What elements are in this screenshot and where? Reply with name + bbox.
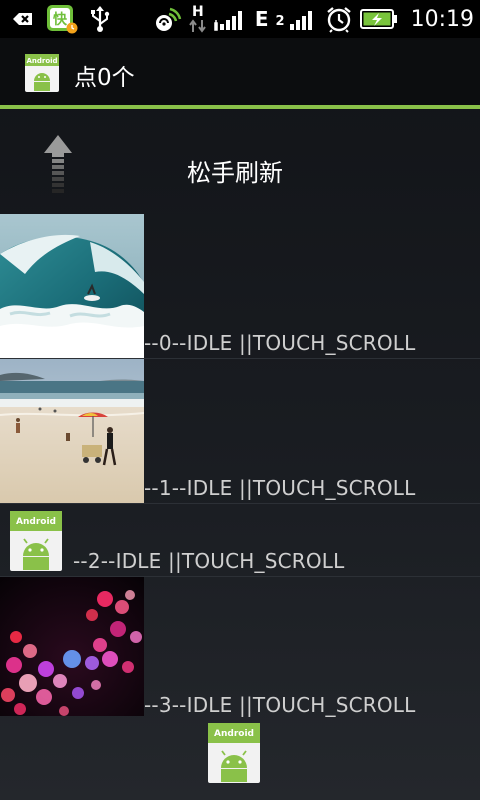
refresh-status-text: 松手刷新 bbox=[187, 159, 283, 187]
status-bar: 快 H E 2 10:19 bbox=[0, 0, 480, 38]
page-title: 点0个 bbox=[74, 65, 135, 91]
app-screen: 快 H E 2 10:19 Android 点0个 松手刷新 --0--IDLE… bbox=[0, 0, 480, 800]
usb-icon bbox=[88, 5, 112, 33]
svg-text:快: 快 bbox=[53, 11, 68, 28]
ocean-wave-photo bbox=[0, 214, 144, 358]
sim-two-label: 2 bbox=[275, 14, 285, 29]
list-item[interactable]: Android --2--IDLE ||TOUCH_SCROLL bbox=[0, 504, 480, 577]
android-loading-icon: Android bbox=[208, 723, 260, 787]
list-item-label: --3--IDLE ||TOUCH_SCROLL bbox=[144, 693, 416, 717]
svg-text:Android: Android bbox=[26, 57, 57, 65]
title-bar: Android 点0个 bbox=[0, 38, 480, 106]
data-transfer-icon: H bbox=[189, 5, 207, 33]
list-item[interactable]: --3--IDLE ||TOUCH_SCROLL bbox=[0, 577, 480, 720]
alarm-icon bbox=[325, 5, 353, 33]
list-item[interactable]: --0--IDLE ||TOUCH_SCROLL bbox=[0, 214, 480, 359]
battery-charging-icon bbox=[359, 8, 398, 30]
pull-refresh-header: 松手刷新 bbox=[0, 109, 480, 214]
kuaibo-app-icon: 快 bbox=[46, 4, 78, 34]
signal-icon bbox=[214, 6, 248, 32]
list-item[interactable]: --1--IDLE ||TOUCH_SCROLL bbox=[0, 359, 480, 504]
clock-time: 10:19 bbox=[410, 6, 474, 32]
network-type-label: E bbox=[254, 7, 269, 31]
data-h-label: H bbox=[192, 4, 204, 20]
bokeh-lights-photo bbox=[0, 577, 144, 716]
android-text: Android bbox=[16, 517, 56, 527]
list-item-label: --2--IDLE ||TOUCH_SCROLL bbox=[73, 549, 345, 573]
signal-2-icon bbox=[288, 6, 318, 32]
android-default-icon: Android bbox=[10, 511, 62, 575]
status-bar-notifications: 快 bbox=[10, 0, 112, 38]
android-app-icon: Android bbox=[25, 54, 59, 96]
list-item-label: --1--IDLE ||TOUCH_SCROLL bbox=[144, 476, 416, 500]
status-bar-indicators: H E 2 10:19 bbox=[154, 0, 474, 38]
list-item-label: --0--IDLE ||TOUCH_SCROLL bbox=[144, 331, 416, 355]
back-notification-icon bbox=[10, 6, 36, 32]
beach-photo bbox=[0, 359, 144, 503]
up-arrow-icon bbox=[44, 135, 72, 199]
wifi-hotspot-icon bbox=[154, 5, 182, 33]
android-text: Android bbox=[214, 729, 254, 739]
